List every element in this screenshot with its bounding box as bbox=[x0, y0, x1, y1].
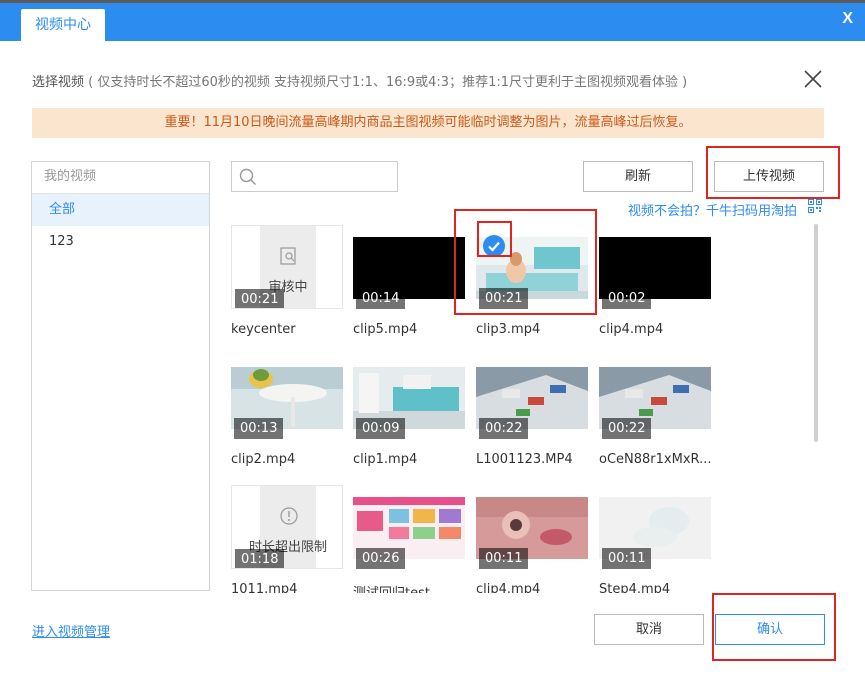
video-filename: clip2.mp4 bbox=[231, 452, 355, 467]
video-filename: clip1.mp4 bbox=[353, 452, 477, 467]
video-duration: 00:14 bbox=[356, 288, 405, 309]
video-duration: 00:13 bbox=[234, 418, 283, 439]
confirm-button[interactable]: 确认 bbox=[715, 614, 825, 645]
video-thumbnail: 00:11 bbox=[476, 485, 588, 569]
video-filename: 1011.mp4 bbox=[231, 582, 355, 593]
checkmark-icon bbox=[483, 235, 505, 257]
video-grid: 审核中 00:21 keycenter 00:14 clip5.mp4 bbox=[228, 222, 812, 593]
video-filename: oCeN88r1xMxR... bbox=[599, 452, 723, 467]
video-filename: clip5.mp4 bbox=[353, 322, 477, 337]
upload-video-button[interactable]: 上传视频 bbox=[714, 161, 824, 192]
video-management-link[interactable]: 进入视频管理 bbox=[32, 621, 110, 640]
video-duration: 00:22 bbox=[479, 418, 528, 439]
video-filename: clip3.mp4 bbox=[476, 322, 600, 337]
video-duration: 00:02 bbox=[602, 288, 651, 309]
video-duration: 00:09 bbox=[356, 418, 405, 439]
video-thumbnail: 00:21 bbox=[476, 225, 588, 309]
video-thumbnail: 00:22 bbox=[599, 355, 711, 439]
qr-scan-link[interactable]: 视频不会拍？千牛扫码用淘拍 bbox=[628, 200, 797, 219]
title-bar-stripe bbox=[0, 0, 865, 3]
video-thumbnail: 00:09 bbox=[353, 355, 465, 439]
video-thumbnail: 00:02 bbox=[599, 225, 711, 309]
search-input[interactable] bbox=[262, 166, 392, 188]
video-duration: 00:21 bbox=[235, 289, 284, 309]
video-thumbnail: 00:11 bbox=[599, 485, 711, 569]
video-filename: Step4.mp4 bbox=[599, 582, 723, 593]
notice-banner: 重要！11月10日晚间流量高峰期内商品主图视频可能临时调整为图片，流量高峰过后恢… bbox=[32, 108, 824, 138]
video-thumbnail: 00:13 bbox=[231, 355, 343, 439]
window-close-button[interactable]: X bbox=[842, 10, 853, 28]
reviewing-icon bbox=[279, 246, 299, 266]
cancel-button[interactable]: 取消 bbox=[594, 614, 704, 645]
tab-video-center[interactable]: 视频中心 bbox=[21, 9, 105, 41]
video-thumbnail: 审核中 00:21 bbox=[231, 225, 343, 309]
desc-note: ( 仅支持时长不超过60秒的视频 支持视频尺寸1:1、16:9或4:3；推荐1:… bbox=[88, 75, 687, 90]
video-duration: 00:11 bbox=[479, 548, 528, 569]
search-box[interactable] bbox=[231, 161, 398, 192]
video-filename: clip4.mp4 bbox=[476, 582, 600, 593]
close-icon[interactable] bbox=[800, 66, 826, 92]
video-thumbnail: 00:14 bbox=[353, 225, 465, 309]
search-icon bbox=[239, 168, 257, 186]
video-filename: clip4.mp4 bbox=[599, 322, 723, 337]
video-filename: keycenter bbox=[231, 322, 355, 337]
video-thumbnail: 00:26 bbox=[353, 485, 465, 569]
video-filename: L1001123.MP4 bbox=[476, 452, 600, 467]
dialog-description: 选择视频 ( 仅支持时长不超过60秒的视频 支持视频尺寸1:1、16:9或4:3… bbox=[32, 71, 687, 90]
desc-title: 选择视频 bbox=[32, 75, 84, 90]
qr-code-icon[interactable] bbox=[808, 199, 822, 213]
sidebar-header: 我的视频 bbox=[32, 162, 209, 194]
video-thumbnail: 00:22 bbox=[476, 355, 588, 439]
video-filename: 测试回归test . ... bbox=[353, 582, 477, 593]
sidebar-item-123[interactable]: 123 bbox=[32, 226, 209, 258]
grid-scrollbar[interactable] bbox=[814, 224, 818, 442]
sidebar-item-all[interactable]: 全部 bbox=[32, 194, 209, 226]
video-duration: 00:21 bbox=[479, 288, 528, 309]
video-thumbnail: 时长超出限制 01:18 bbox=[231, 485, 343, 569]
video-duration: 01:18 bbox=[235, 549, 284, 569]
video-duration: 00:11 bbox=[602, 548, 651, 569]
selected-check-icon[interactable] bbox=[483, 235, 505, 257]
title-bar: 视频中心 X bbox=[0, 0, 865, 41]
sidebar: 我的视频 全部 123 bbox=[31, 161, 210, 591]
video-duration: 00:22 bbox=[602, 418, 651, 439]
refresh-button[interactable]: 刷新 bbox=[583, 161, 693, 192]
video-duration: 00:26 bbox=[356, 548, 405, 569]
warning-icon bbox=[279, 506, 299, 526]
